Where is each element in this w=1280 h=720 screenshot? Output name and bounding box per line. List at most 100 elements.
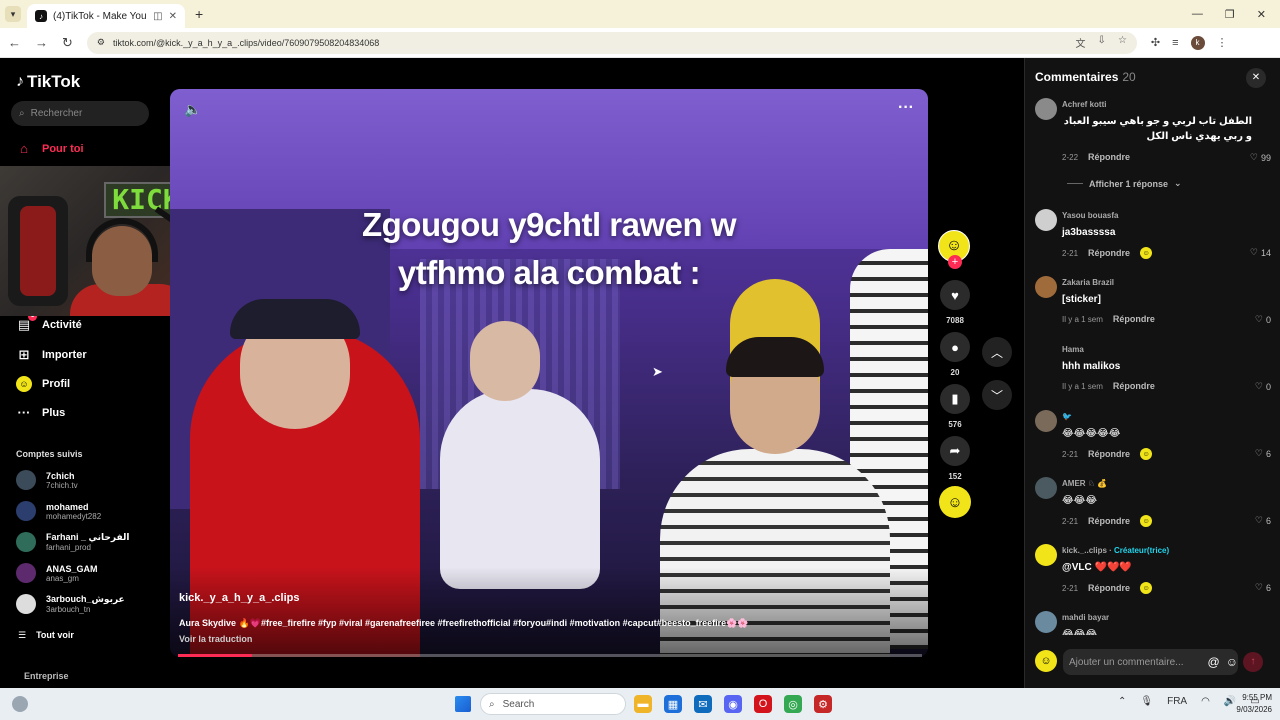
comment-like[interactable]: ♡ 0 — [1255, 314, 1271, 325]
search-input[interactable]: ⌕ Rechercher — [11, 101, 149, 126]
sidebar-item-more[interactable]: ··· Plus — [16, 405, 66, 420]
taskbar-search[interactable]: ⌕ Search — [480, 693, 626, 715]
microphone-icon[interactable]: 🎙 — [1140, 696, 1153, 707]
new-tab-icon[interactable]: + — [195, 6, 203, 22]
tab-close-icon[interactable]: ✕ — [169, 11, 177, 22]
send-comment-button[interactable]: ↑ — [1243, 652, 1263, 672]
tab-audio-icon[interactable]: ◫ — [153, 11, 162, 22]
volume-icon[interactable]: 🔈 — [184, 101, 201, 118]
reply-button[interactable]: Répondre — [1113, 381, 1155, 391]
sidebar-item-upload[interactable]: ⊞ Importer — [16, 347, 87, 363]
following-item[interactable]: 7chich 7chich.tv — [16, 470, 78, 490]
maximize-icon[interactable]: ❐ — [1225, 8, 1235, 21]
like-button[interactable]: ♥ — [940, 280, 970, 310]
comment-user[interactable]: mahdi bayar — [1062, 613, 1109, 622]
weather-icon[interactable] — [12, 696, 28, 712]
following-item[interactable]: Farhani _ الفرحاني farhani_prod — [16, 532, 129, 552]
browser-tab[interactable]: ♪ (4)TikTok - Make Your Day ◫ ✕ — [27, 4, 185, 28]
extensions-icon[interactable]: ✣ — [1151, 36, 1160, 49]
file-explorer-icon[interactable]: ▬ — [634, 695, 652, 713]
sidebar-item-activity[interactable]: ▤ 1 Activité — [16, 312, 82, 333]
browser-menu-icon[interactable]: ⋮ — [1217, 36, 1228, 49]
tray-chevron-up-icon[interactable]: ⌃ — [1118, 696, 1126, 707]
address-bar[interactable]: ⚙ tiktok.com/@kick._y_a_h_y_a_.clips/vid… — [86, 31, 1137, 54]
reply-button[interactable]: Répondre — [1088, 248, 1130, 258]
comment-user[interactable]: AMER ♘ 💰 — [1062, 479, 1107, 488]
avatar[interactable] — [1035, 276, 1057, 298]
comment-user[interactable]: Zakaria Brazil — [1062, 278, 1114, 287]
comment-like[interactable]: ♡ 6 — [1255, 582, 1271, 593]
video-author[interactable]: kick._y_a_h_y_a_.clips — [179, 592, 299, 604]
following-item[interactable]: 3arbouch_عربوش 3arbouch_tn — [16, 594, 125, 614]
more-options-icon[interactable]: ··· — [898, 99, 914, 117]
see-all-button[interactable]: ☰ Tout voir — [18, 630, 74, 641]
close-comments-icon[interactable]: ✕ — [1246, 68, 1266, 88]
reload-icon[interactable]: ↻ — [62, 35, 73, 51]
sidebar-item-for-you[interactable]: ⌂ Pour toi — [16, 141, 84, 156]
music-disc-icon[interactable]: ☺ — [939, 486, 971, 518]
following-item[interactable]: ANAS_GAM anas_gm — [16, 563, 98, 583]
discord-icon[interactable]: ◉ — [724, 695, 742, 713]
share-button[interactable]: ➦ — [940, 436, 970, 466]
wifi-icon[interactable]: ◠ — [1201, 696, 1210, 707]
translate-icon[interactable]: 文 — [1076, 35, 1086, 50]
follow-plus-icon[interactable]: + — [948, 255, 962, 269]
save-button[interactable]: ▮ — [940, 384, 970, 414]
show-replies-button[interactable]: Afficher 1 réponse ⌄ — [1067, 178, 1182, 189]
url-text[interactable]: tiktok.com/@kick._y_a_h_y_a_.clips/video… — [113, 38, 1068, 48]
avatar[interactable] — [1035, 98, 1057, 120]
forward-icon[interactable]: → — [35, 35, 48, 51]
comment-like[interactable]: ♡ 6 — [1255, 515, 1271, 526]
language-indicator[interactable]: FRA — [1167, 696, 1187, 707]
reply-button[interactable]: Répondre — [1088, 516, 1130, 526]
video-progress-bar[interactable] — [178, 654, 922, 657]
reply-button[interactable]: Répondre — [1088, 152, 1130, 162]
comment-user[interactable]: 🐦 — [1062, 412, 1072, 421]
reply-button[interactable]: Répondre — [1088, 449, 1130, 459]
close-window-icon[interactable]: ✕ — [1257, 8, 1266, 21]
reply-button[interactable]: Répondre — [1088, 583, 1130, 593]
reply-button[interactable]: Répondre — [1113, 314, 1155, 324]
tab-search-icon[interactable]: ▾ — [5, 6, 21, 22]
clock[interactable]: 9:55 PM 9/03/2026 — [1224, 692, 1272, 716]
avatar[interactable] — [1035, 611, 1057, 633]
previous-video-button[interactable]: ︿ — [982, 337, 1012, 367]
comment-user[interactable]: Hama — [1062, 345, 1084, 354]
comment-user[interactable]: Achref kotti — [1062, 100, 1106, 109]
avatar[interactable] — [1035, 209, 1057, 231]
avatar[interactable] — [1035, 477, 1057, 499]
video-player[interactable]: Zgougou y9chtl rawen w ytfhmo ala combat… — [170, 89, 928, 657]
bookmark-star-icon[interactable]: ☆ — [1118, 35, 1127, 50]
comment-like[interactable]: ♡ 14 — [1250, 247, 1271, 258]
comment-input[interactable]: Ajouter un commentaire... @ ☺ — [1063, 649, 1238, 675]
site-info-icon[interactable]: ⚙ — [97, 37, 105, 48]
comment-user[interactable]: kick._..clips · Créateur(trice) — [1062, 546, 1169, 555]
following-item[interactable]: mohamed mohamedyt282 — [16, 501, 101, 521]
install-app-icon[interactable]: ⇩ — [1098, 35, 1106, 50]
mention-icon[interactable]: @ — [1208, 655, 1220, 669]
avatar[interactable] — [1035, 410, 1057, 432]
minimize-icon[interactable]: — — [1192, 8, 1203, 21]
avatar[interactable] — [1035, 544, 1057, 566]
comment-like[interactable]: ♡ 99 — [1250, 152, 1271, 163]
store-icon[interactable]: ▦ — [664, 695, 682, 713]
avatar[interactable] — [1035, 343, 1057, 365]
tiktok-logo[interactable]: ♪ TikTok — [16, 72, 80, 92]
comment-button[interactable]: ● — [940, 332, 970, 362]
app-icon[interactable]: ⚙ — [814, 695, 832, 713]
profile-avatar[interactable]: k — [1190, 35, 1205, 50]
enterprise-link[interactable]: Entreprise — [24, 671, 69, 681]
opera-icon[interactable]: O — [754, 695, 772, 713]
chrome-icon[interactable]: ◎ — [784, 695, 802, 713]
comment-like[interactable]: ♡ 6 — [1255, 448, 1271, 459]
sidebar-item-profile[interactable]: ☺ Profil — [16, 376, 70, 392]
outlook-icon[interactable]: ✉ — [694, 695, 712, 713]
comment-like[interactable]: ♡ 0 — [1255, 381, 1271, 392]
comment-user[interactable]: Yasou bouasfa — [1062, 211, 1118, 220]
windows-start-icon[interactable] — [455, 696, 471, 712]
see-translation-link[interactable]: Voir la traduction — [179, 634, 252, 644]
next-video-button[interactable]: ﹀ — [982, 380, 1012, 410]
emoji-icon[interactable]: ☺ — [1226, 655, 1238, 669]
reading-list-icon[interactable]: ≡ — [1172, 37, 1178, 49]
back-icon[interactable]: ← — [8, 35, 21, 51]
